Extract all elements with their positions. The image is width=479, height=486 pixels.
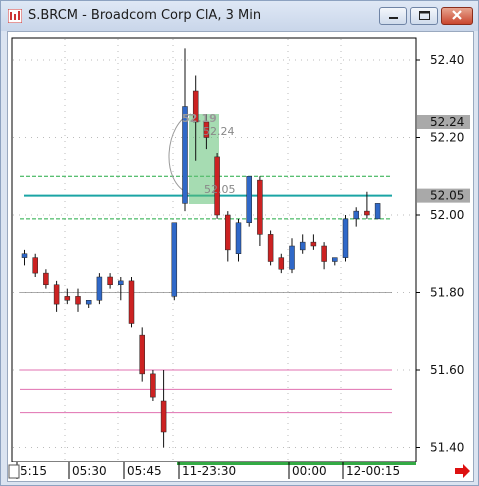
candle-body <box>225 214 231 251</box>
title-bar[interactable]: S.BRCM - Broadcom Corp ClA, 3 Min <box>1 1 478 31</box>
window-title: S.BRCM - Broadcom Corp ClA, 3 Min <box>28 8 262 23</box>
candle-body <box>353 210 359 220</box>
x-tick-label: 05:30 <box>72 464 107 478</box>
y-tick-label: 52.20 <box>430 131 464 145</box>
candle-body <box>364 210 370 216</box>
candle-body <box>171 222 178 297</box>
candle-body <box>310 241 317 247</box>
y-tick-label: 51.60 <box>430 363 464 377</box>
candle-body <box>257 179 263 235</box>
chart-window: S.BRCM - Broadcom Corp ClA, 3 Min 52.19 … <box>0 0 479 486</box>
maximize-button[interactable] <box>410 7 438 25</box>
candle-body <box>64 296 71 301</box>
candle-body <box>299 241 306 251</box>
y-tick-label: 52.40 <box>430 53 464 67</box>
chart-app-icon <box>8 9 22 23</box>
candle-body <box>289 245 295 270</box>
y-tick-label: 51.40 <box>430 441 464 455</box>
candle-body <box>374 203 381 220</box>
scroll-handle[interactable] <box>8 464 20 479</box>
candle-body <box>85 300 92 305</box>
annotation-high: 52.19 <box>182 112 217 125</box>
candlestick-chart[interactable]: 52.19 52.24 52.05 52.40 52.20 52.00 51.80 51… <box>8 32 473 481</box>
candle-body <box>267 234 274 262</box>
candle-body <box>53 284 60 305</box>
candle-body <box>32 257 38 274</box>
x-tick-label: 5:15 <box>20 464 47 478</box>
annotation-low: 52.05 <box>204 183 236 196</box>
plot-frame <box>11 37 417 463</box>
annotation-mid: 52.24 <box>203 125 235 138</box>
candle-body <box>332 257 338 262</box>
x-tick-label: 11-23:30 <box>182 464 236 478</box>
candle-body <box>342 218 349 258</box>
candle-body <box>235 222 242 254</box>
candle-body <box>21 253 28 258</box>
candle-body <box>321 245 327 262</box>
close-icon <box>452 10 462 20</box>
candle-body <box>128 280 135 324</box>
candle-body <box>139 334 145 375</box>
price-axis: 52.40 52.20 52.00 51.80 51.60 51.40 52.24 52.05 <box>416 53 470 455</box>
chart-client-area: 52.19 52.24 52.05 52.40 52.20 52.00 51.80 51… <box>7 31 474 482</box>
x-tick-label: 12-00:15 <box>346 464 400 478</box>
candle-body <box>246 176 252 223</box>
candle-body <box>107 276 113 285</box>
candle-body <box>118 280 124 285</box>
y-tick-label: 51.80 <box>430 286 464 300</box>
candle-body <box>278 257 285 270</box>
time-axis: 5:15 05:30 05:45 11-23:30 00:00 12-00:15 <box>16 462 400 479</box>
y-tick-label: 52.00 <box>430 208 464 222</box>
x-tick-label: 05:45 <box>127 464 162 478</box>
candle-body <box>160 400 167 433</box>
minimize-button[interactable] <box>379 7 407 25</box>
candle-body <box>96 276 103 301</box>
close-button[interactable] <box>441 7 473 25</box>
price-label: 52.05 <box>430 189 464 203</box>
candle-body <box>43 272 49 285</box>
x-tick-label: 00:00 <box>292 464 327 478</box>
price-label: 52.24 <box>430 115 464 129</box>
candle-body <box>75 296 81 305</box>
maximize-icon <box>419 11 430 20</box>
minimize-icon <box>389 17 398 19</box>
candle-body <box>150 373 156 398</box>
